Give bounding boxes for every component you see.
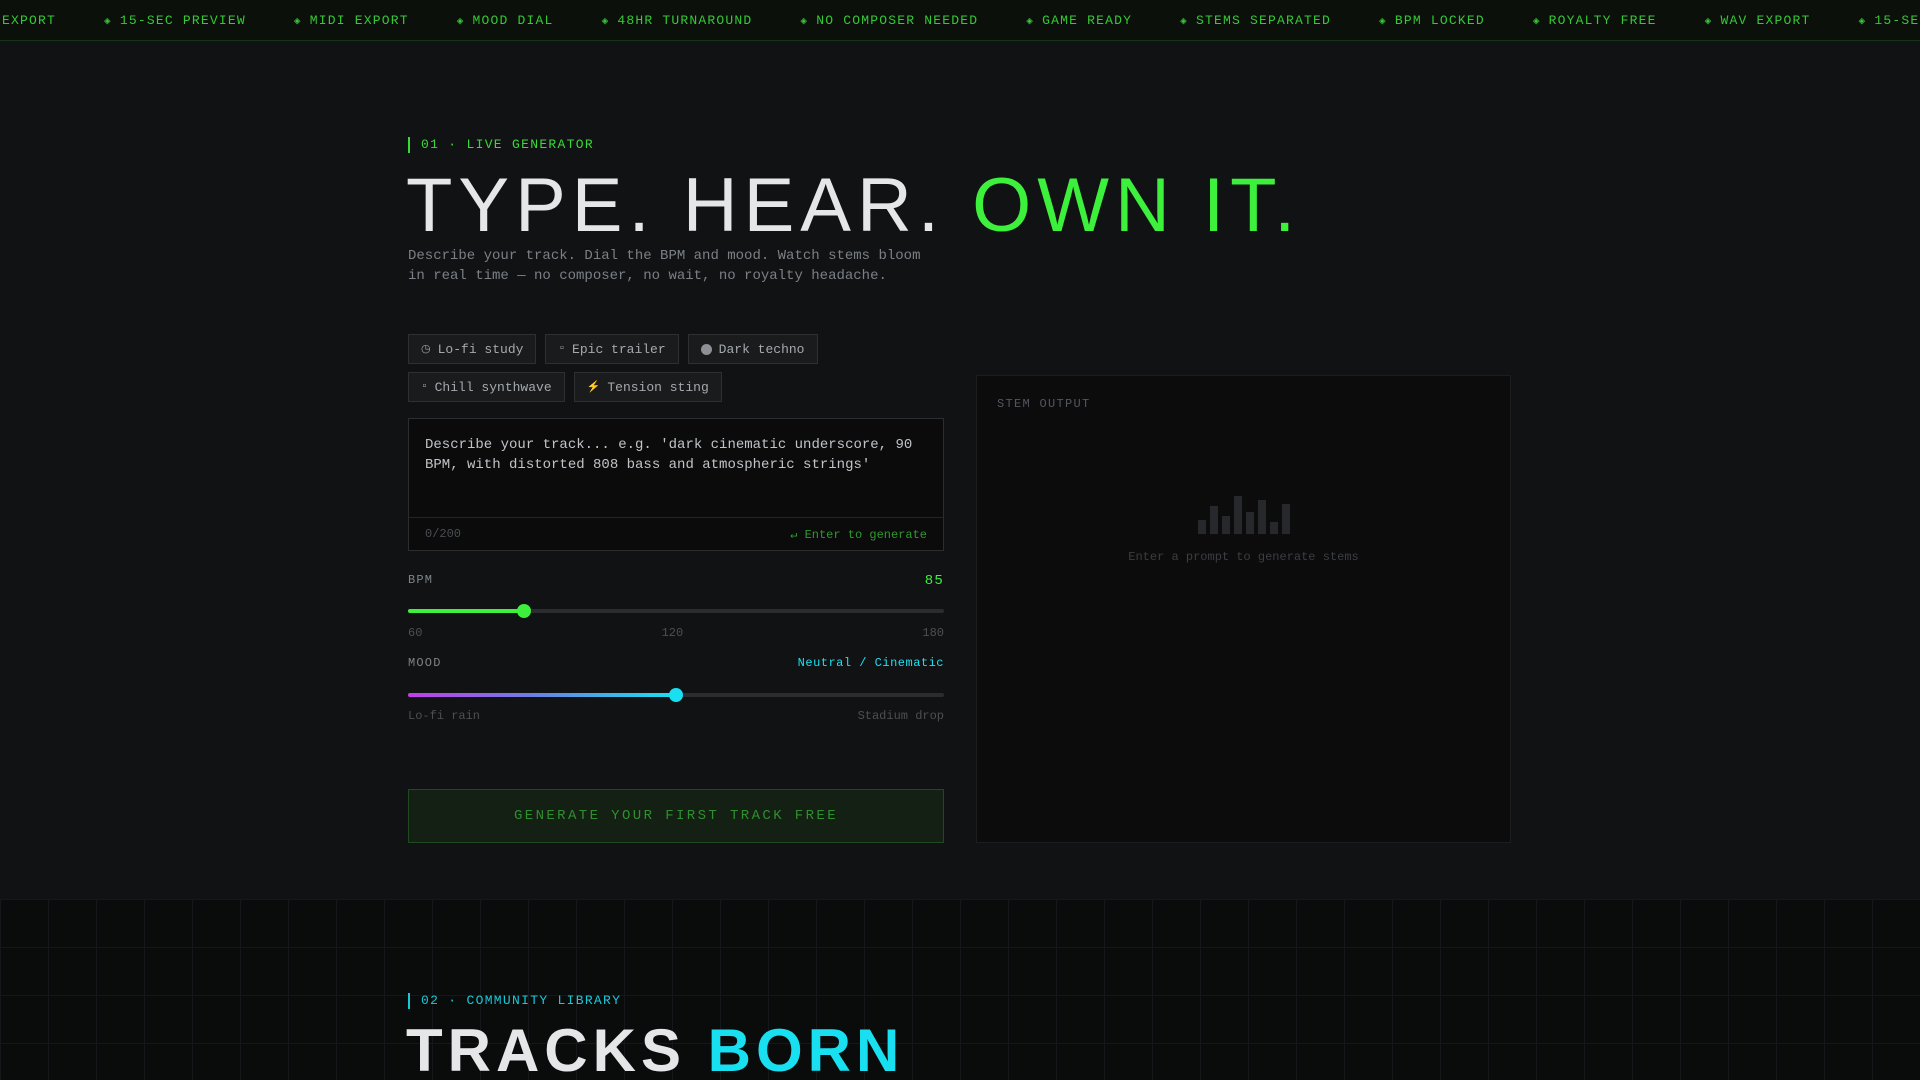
enter-hint: ↵ Enter to generate — [790, 527, 927, 542]
wave-icon: ▫ — [421, 381, 428, 393]
ticker-item: ◈ 15-SEC PREVIEW — [1859, 13, 1920, 28]
ticker-label: WAV EXPORT — [1720, 13, 1811, 28]
ticker-track: EXPORT ◈ 15-SEC PREVIEW ◈ MIDI EXPORT ◈ MOOD D… — [2, 13, 1920, 28]
title-main: TRACKS — [406, 1017, 686, 1080]
lightning-icon: ⚡ — [586, 382, 601, 394]
bpm-header: BPM 85 — [408, 573, 944, 589]
ticker-item: ◈ ROYALTY FREE — [1533, 13, 1657, 28]
mood-ticks: Lo-fi rain Stadium drop — [408, 709, 944, 723]
diamond-icon: ◈ — [1026, 15, 1035, 28]
mood-control: MOOD Neutral / Cinematic Lo-fi rain Stad… — [408, 656, 944, 723]
subtitle-line-1: Describe your track. Dial the BPM and mo… — [408, 248, 921, 264]
clock-icon: ◷ — [421, 344, 431, 356]
live-generator-section: 01 · LIVE GENERATOR TYPE. HEAR. OWN IT. … — [0, 41, 1920, 899]
ticker-label: 15-SEC PREVIEW — [1874, 13, 1920, 28]
subtitle-line-2: in real time — no composer, no wait, no … — [408, 268, 887, 284]
bpm-slider-fill — [408, 609, 524, 613]
bpm-slider[interactable] — [408, 604, 944, 618]
diamond-icon: ◈ — [800, 15, 809, 28]
ticker-label: 48HR TURNAROUND — [617, 13, 753, 28]
ticker-label: STEMS SEPARATED — [1195, 13, 1331, 28]
bpm-max: 180 — [922, 626, 944, 640]
generate-button[interactable]: GENERATE YOUR FIRST TRACK FREE — [408, 789, 944, 843]
diamond-icon: ◈ — [104, 15, 112, 28]
diamond-icon: ◈ — [1378, 15, 1387, 28]
film-icon: ▫ — [558, 343, 566, 355]
chip-label: Tension sting — [607, 379, 709, 395]
preset-chip-dark-techno[interactable]: Dark techno — [687, 334, 818, 364]
mood-max: Stadium drop — [857, 709, 944, 723]
ticker-item: ◈ MOOD DIAL — [457, 13, 554, 28]
mood-slider[interactable] — [408, 688, 944, 702]
ticker-item: ◈ MIDI EXPORT — [294, 13, 409, 28]
bpm-label: BPM — [408, 573, 434, 587]
preset-chip-chill-synthwave[interactable]: ▫ Chill synthwave — [408, 372, 565, 402]
ticker-item: ◈ BPM LOCKED — [1379, 13, 1485, 28]
preset-chip-lofi-study[interactable]: ◷ Lo-fi study — [408, 334, 537, 364]
waveform-bars-icon — [1198, 494, 1290, 534]
diamond-icon: ◈ — [1858, 15, 1867, 28]
prompt-footer: 0/200 ↵ Enter to generate — [409, 517, 943, 550]
section-eyebrow: 02 · COMMUNITY LIBRARY — [408, 993, 621, 1009]
diamond-icon: ◈ — [601, 15, 610, 28]
ticker-item: ◈ 48HR TURNAROUND — [602, 13, 753, 28]
chip-row-1: ◷ Lo-fi study ▫ Epic trailer Dark techno — [408, 334, 948, 364]
mood-slider-thumb[interactable] — [669, 688, 683, 702]
title-main: TYPE. HEAR. — [406, 163, 945, 248]
mood-header: MOOD Neutral / Cinematic — [408, 656, 944, 670]
bpm-mid: 120 — [661, 626, 684, 640]
bpm-slider-thumb[interactable] — [516, 604, 531, 618]
chip-label: Epic trailer — [572, 341, 666, 357]
ticker-item: ◈ WAV EXPORT — [1705, 13, 1811, 28]
chip-label: Lo-fi study — [437, 341, 524, 357]
bpm-ticks: 60 120 180 — [408, 626, 944, 640]
chip-label: Chill synthwave — [434, 379, 552, 395]
title-accent: BORN — [707, 1017, 905, 1080]
char-count: 0/200 — [425, 527, 462, 541]
ticker-item: ◈ NO COMPOSER NEEDED — [800, 13, 978, 28]
preset-chip-tension-sting[interactable]: ⚡ Tension sting — [573, 372, 722, 402]
diamond-icon: ◈ — [456, 15, 465, 28]
diamond-icon: ◈ — [1180, 15, 1188, 28]
ticker-label: MIDI EXPORT — [309, 13, 409, 28]
community-library-section: 02 · COMMUNITY LIBRARY TRACKS BORN — [0, 899, 1920, 1080]
preset-chip-epic-trailer[interactable]: ▫ Epic trailer — [545, 334, 679, 364]
ticker-label: BPM LOCKED — [1394, 13, 1485, 28]
section-title: TRACKS BORN — [406, 1015, 904, 1080]
chip-row-2: ▫ Chill synthwave ⚡ Tension sting — [408, 372, 948, 402]
bpm-control: BPM 85 60 120 180 — [408, 573, 944, 640]
bpm-value: 85 — [924, 573, 944, 589]
ticker-label: 15-SEC PREVIEW — [119, 13, 246, 28]
dot-icon — [700, 343, 712, 355]
ticker-item: ◈ STEMS SEPARATED — [1180, 13, 1331, 28]
ticker-label: EXPORT — [2, 13, 57, 28]
page-title: TYPE. HEAR. OWN IT. — [406, 161, 1301, 251]
hero-subtitle: Describe your track. Dial the BPM and mo… — [408, 246, 948, 286]
diamond-icon: ◈ — [1532, 15, 1541, 28]
ticker-item: ◈ 15-SEC PREVIEW — [104, 13, 246, 28]
mood-min: Lo-fi rain — [408, 709, 481, 723]
stem-empty-text: Enter a prompt to generate stems — [1128, 550, 1359, 564]
feature-ticker: EXPORT ◈ 15-SEC PREVIEW ◈ MIDI EXPORT ◈ MOOD D… — [0, 0, 1920, 41]
mood-label: MOOD — [408, 656, 442, 670]
diamond-icon: ◈ — [1704, 15, 1713, 28]
ticker-label: MOOD DIAL — [472, 13, 554, 28]
stem-output-panel: STEM OUTPUT Enter a prompt to generate s… — [976, 375, 1511, 843]
stem-output-title: STEM OUTPUT — [997, 397, 1091, 411]
prompt-box: Describe your track... e.g. 'dark cinema… — [408, 418, 944, 551]
ticker-item: EXPORT — [2, 13, 56, 28]
prompt-input[interactable]: Describe your track... e.g. 'dark cinema… — [425, 435, 930, 475]
ticker-label: ROYALTY FREE — [1548, 13, 1657, 28]
diamond-icon: ◈ — [293, 15, 302, 28]
ticker-label: NO COMPOSER NEEDED — [816, 13, 979, 28]
chip-label: Dark techno — [718, 341, 805, 357]
bpm-min: 60 — [408, 626, 423, 640]
ticker-item: ◈ GAME READY — [1026, 13, 1132, 28]
ticker-label: GAME READY — [1042, 13, 1133, 28]
section-eyebrow: 01 · LIVE GENERATOR — [408, 137, 594, 153]
preset-chips: ◷ Lo-fi study ▫ Epic trailer Dark techno ▫… — [408, 334, 948, 410]
title-accent: OWN IT. — [972, 163, 1302, 248]
mood-value: Neutral / Cinematic — [797, 656, 944, 670]
mood-slider-fill — [408, 693, 676, 697]
